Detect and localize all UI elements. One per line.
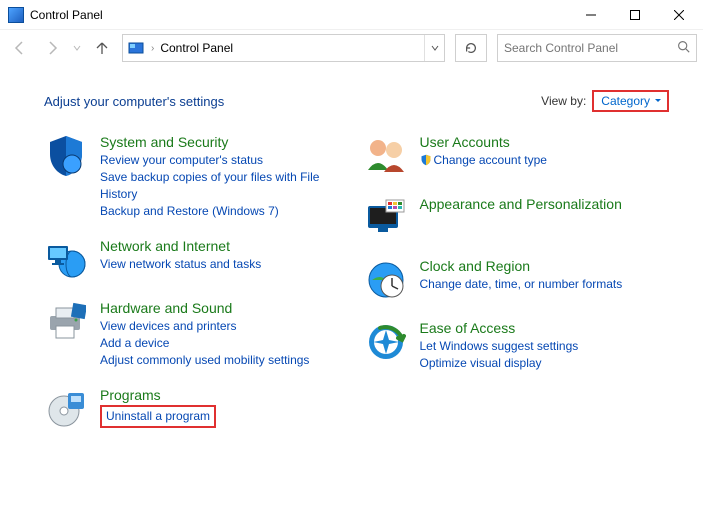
chevron-right-icon[interactable]: ›: [149, 43, 156, 54]
category-title[interactable]: Clock and Region: [420, 258, 670, 274]
up-button[interactable]: [88, 34, 116, 62]
category-link[interactable]: View network status and tasks: [100, 256, 350, 273]
right-column: User Accounts Change account type Appear…: [364, 134, 670, 431]
ease-of-access-icon: [364, 320, 408, 364]
category-title[interactable]: Network and Internet: [100, 238, 350, 254]
close-button[interactable]: [657, 1, 701, 29]
category-programs: Programs Uninstall a program: [44, 387, 350, 431]
users-icon: [364, 134, 408, 178]
address-dropdown[interactable]: [424, 35, 444, 61]
category-user-accounts: User Accounts Change account type: [364, 134, 670, 178]
content-header: Adjust your computer's settings View by:…: [44, 90, 669, 112]
nav-toolbar: › Control Panel: [0, 30, 703, 66]
page-heading: Adjust your computer's settings: [44, 94, 224, 109]
category-link[interactable]: Optimize visual display: [420, 355, 670, 372]
chevron-down-icon: [654, 97, 662, 105]
view-by-label: View by:: [541, 94, 586, 108]
appearance-icon: [364, 196, 408, 240]
category-title[interactable]: User Accounts: [420, 134, 670, 150]
view-by-dropdown[interactable]: Category: [595, 93, 666, 109]
forward-button[interactable]: [38, 34, 66, 62]
recent-dropdown[interactable]: [70, 34, 84, 62]
category-link[interactable]: Review your computer's status: [100, 152, 350, 169]
window-title: Control Panel: [30, 8, 103, 22]
highlight-box-uninstall: Uninstall a program: [100, 405, 216, 428]
category-title[interactable]: Hardware and Sound: [100, 300, 350, 316]
category-link[interactable]: Change account type: [420, 152, 670, 169]
category-system-security: System and Security Review your computer…: [44, 134, 350, 220]
category-link[interactable]: View devices and printers: [100, 318, 350, 335]
view-by-control: View by: Category: [541, 90, 669, 112]
clock-icon: [364, 258, 408, 302]
category-network-internet: Network and Internet View network status…: [44, 238, 350, 282]
category-link[interactable]: Backup and Restore (Windows 7): [100, 203, 350, 220]
search-input[interactable]: [504, 41, 677, 55]
shield-small-icon: [420, 154, 432, 166]
breadcrumb-item[interactable]: Control Panel: [156, 39, 237, 57]
category-link-text: Change account type: [434, 153, 547, 167]
category-link[interactable]: Adjust commonly used mobility settings: [100, 352, 350, 369]
left-column: System and Security Review your computer…: [44, 134, 350, 431]
category-link[interactable]: Save backup copies of your files with Fi…: [100, 169, 350, 203]
view-by-value: Category: [601, 94, 650, 108]
category-title[interactable]: Ease of Access: [420, 320, 670, 336]
category-title[interactable]: System and Security: [100, 134, 350, 150]
search-box[interactable]: [497, 34, 697, 62]
back-button[interactable]: [6, 34, 34, 62]
minimize-button[interactable]: [569, 1, 613, 29]
search-icon[interactable]: [677, 40, 690, 56]
shield-icon: [44, 134, 88, 178]
location-icon: [127, 39, 145, 57]
content-area: Adjust your computer's settings View by:…: [0, 66, 703, 443]
printer-icon: [44, 300, 88, 344]
category-hardware-sound: Hardware and Sound View devices and prin…: [44, 300, 350, 369]
category-link[interactable]: Let Windows suggest settings: [420, 338, 670, 355]
uninstall-link[interactable]: Uninstall a program: [106, 409, 210, 423]
refresh-button[interactable]: [455, 34, 487, 62]
category-link[interactable]: Change date, time, or number formats: [420, 276, 670, 293]
category-ease-of-access: Ease of Access Let Windows suggest setti…: [364, 320, 670, 372]
category-appearance: Appearance and Personalization: [364, 196, 670, 240]
address-bar[interactable]: › Control Panel: [122, 34, 445, 62]
category-title[interactable]: Appearance and Personalization: [420, 196, 670, 212]
globe-icon: [44, 238, 88, 282]
maximize-button[interactable]: [613, 1, 657, 29]
control-panel-icon: [8, 7, 24, 23]
highlight-box-viewby: Category: [592, 90, 669, 112]
category-link[interactable]: Add a device: [100, 335, 350, 352]
category-clock-region: Clock and Region Change date, time, or n…: [364, 258, 670, 302]
category-columns: System and Security Review your computer…: [44, 134, 669, 431]
category-title[interactable]: Programs: [100, 387, 350, 403]
disc-icon: [44, 387, 88, 431]
title-bar: Control Panel: [0, 0, 703, 30]
